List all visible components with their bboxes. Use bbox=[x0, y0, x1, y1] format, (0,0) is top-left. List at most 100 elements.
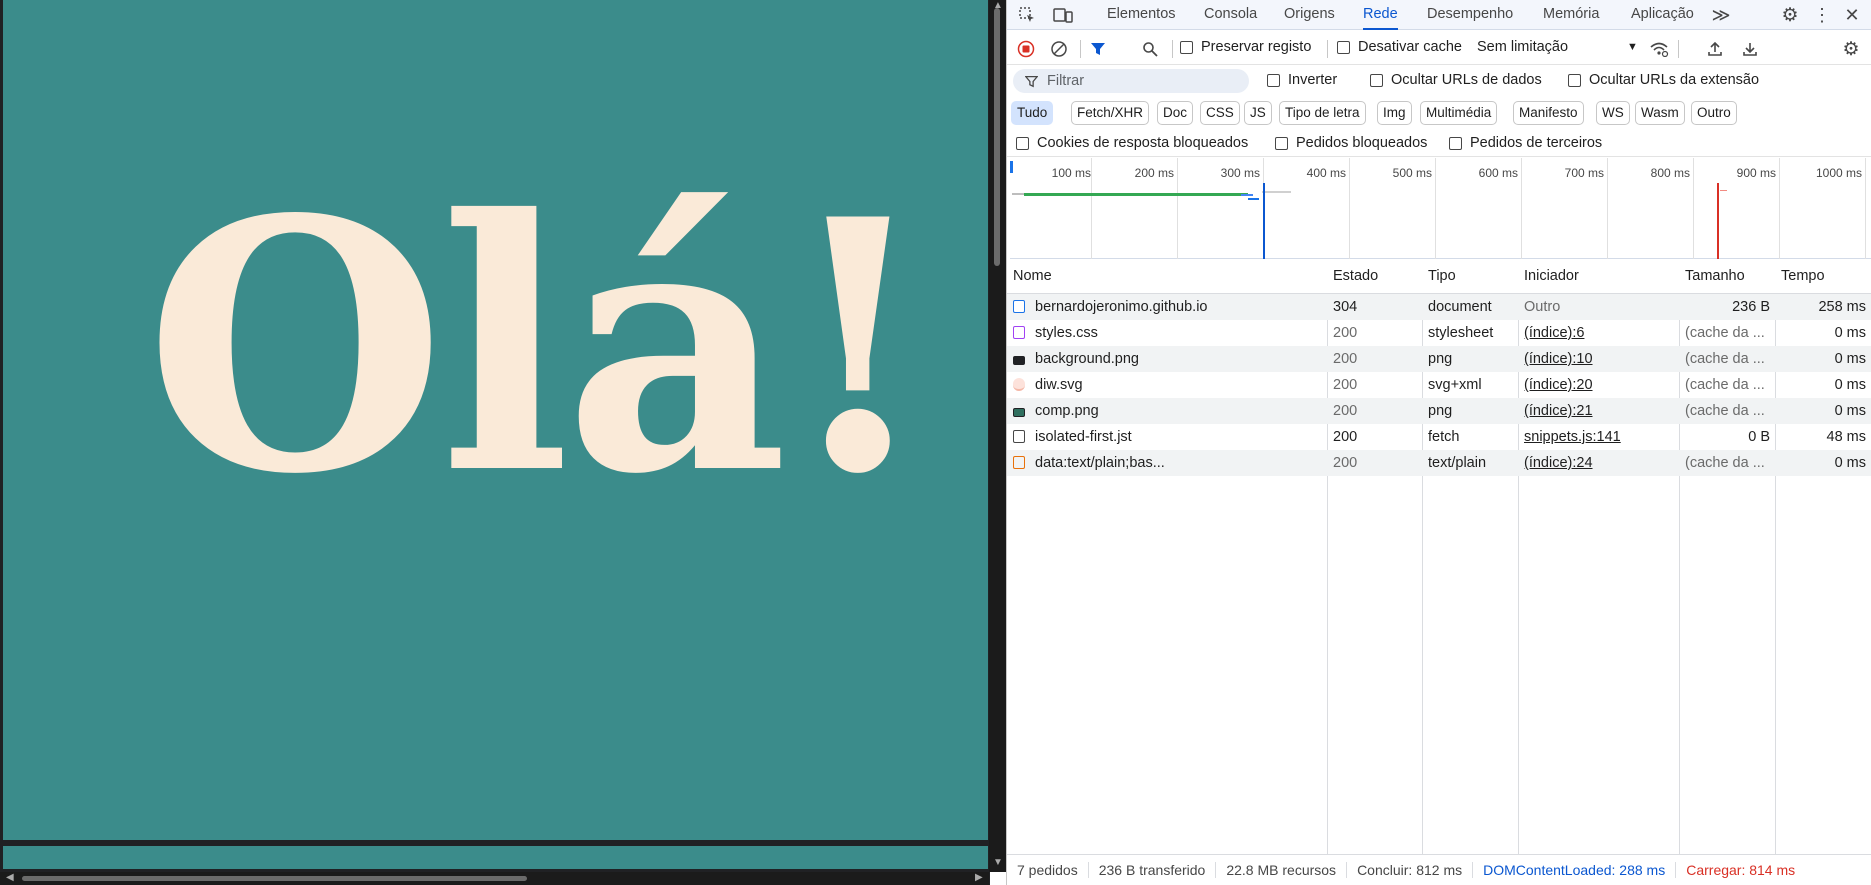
filter-chip-ws[interactable]: WS bbox=[1596, 101, 1630, 125]
record-stop-icon[interactable] bbox=[1016, 39, 1036, 59]
tab-aplicacao[interactable]: Aplicação bbox=[1631, 0, 1694, 30]
export-har-icon[interactable] bbox=[1740, 39, 1760, 59]
inspect-element-icon[interactable] bbox=[1015, 0, 1039, 30]
svg-icon bbox=[1013, 378, 1025, 391]
column-header-initiator[interactable]: Iniciador bbox=[1518, 259, 1679, 294]
table-row[interactable]: isolated-first.jst 200 fetch snippets.js… bbox=[1007, 424, 1871, 450]
filter-chip-js[interactable]: JS bbox=[1244, 101, 1272, 125]
table-row[interactable]: bernardojeronimo.github.io 304 document … bbox=[1007, 294, 1871, 320]
initiator-link[interactable]: (índice):21 bbox=[1518, 398, 1679, 424]
horizontal-scrollbar[interactable]: ◀ ▶ bbox=[0, 872, 989, 885]
initiator-link[interactable]: (índice):6 bbox=[1518, 320, 1679, 346]
hide-data-urls-checkbox[interactable]: Ocultar URLs de dados bbox=[1370, 72, 1542, 88]
requests-table: Nome Estado Tipo Iniciador Tamanho Tempo… bbox=[1007, 259, 1871, 854]
resources-size: 22.8 MB recursos bbox=[1216, 862, 1348, 878]
timeline-label: 700 ms bbox=[1564, 166, 1604, 180]
filter-chip-other[interactable]: Outro bbox=[1691, 101, 1737, 125]
network-settings-gear-icon[interactable]: ⚙ bbox=[1839, 38, 1863, 60]
throttling-select[interactable]: Sem limitação ▼ bbox=[1477, 39, 1638, 55]
preserve-log-checkbox[interactable]: Preservar registo bbox=[1180, 39, 1311, 55]
table-row[interactable]: styles.css 200 stylesheet (índice):6 (ca… bbox=[1007, 320, 1871, 346]
disable-cache-checkbox[interactable]: Desativar cache bbox=[1337, 39, 1462, 55]
image-icon bbox=[1013, 356, 1025, 365]
kebab-menu-icon[interactable]: ⋮ bbox=[1812, 0, 1832, 30]
vertical-scroll-thumb[interactable] bbox=[994, 8, 1000, 266]
scroll-down-icon[interactable]: ▼ bbox=[993, 858, 1003, 868]
filter-chip-doc[interactable]: Doc bbox=[1157, 101, 1194, 125]
network-conditions-icon[interactable] bbox=[1648, 39, 1670, 59]
vertical-scrollbar[interactable]: ▲ ▼ bbox=[989, 0, 1006, 872]
image-icon bbox=[1013, 408, 1025, 417]
filter-chip-img[interactable]: Img bbox=[1377, 101, 1412, 125]
table-row[interactable]: comp.png 200 png (índice):21 (cache da .… bbox=[1007, 398, 1871, 424]
tab-memoria[interactable]: Memória bbox=[1543, 0, 1599, 30]
clear-icon[interactable] bbox=[1049, 39, 1069, 59]
search-icon[interactable] bbox=[1140, 39, 1160, 59]
timeline-label: 200 ms bbox=[1134, 166, 1174, 180]
stylesheet-icon bbox=[1013, 326, 1025, 339]
initiator-link[interactable]: (índice):24 bbox=[1518, 450, 1679, 476]
more-tabs-icon[interactable]: ≫ bbox=[1710, 0, 1732, 30]
waiting-bar bbox=[1012, 193, 1024, 195]
column-header-size[interactable]: Tamanho bbox=[1679, 259, 1775, 294]
timeline-label: 900 ms bbox=[1736, 166, 1776, 180]
filter-input[interactable]: Filtrar bbox=[1013, 69, 1249, 93]
horizontal-scroll-thumb[interactable] bbox=[22, 876, 527, 881]
third-party-checkbox[interactable]: Pedidos de terceiros bbox=[1449, 135, 1602, 151]
transferred-size: 236 B transferido bbox=[1089, 862, 1217, 878]
settings-gear-icon[interactable]: ⚙ bbox=[1778, 0, 1802, 30]
filter-chip-all[interactable]: Tudo bbox=[1011, 101, 1054, 125]
request-count: 7 pedidos bbox=[1007, 862, 1089, 878]
tab-consola[interactable]: Consola bbox=[1204, 0, 1257, 30]
filter-chip-font[interactable]: Tipo de letra bbox=[1279, 101, 1366, 125]
network-status-bar: 7 pedidos 236 B transferido 22.8 MB recu… bbox=[1007, 854, 1871, 885]
dropdown-arrow-icon: ▼ bbox=[1627, 41, 1638, 53]
timeline-label: 500 ms bbox=[1392, 166, 1432, 180]
invert-checkbox[interactable]: Inverter bbox=[1267, 72, 1337, 88]
timeline-label: 600 ms bbox=[1478, 166, 1518, 180]
column-header-time[interactable]: Tempo bbox=[1775, 259, 1871, 294]
timeline-label: 400 ms bbox=[1306, 166, 1346, 180]
filter-chip-fetch-xhr[interactable]: Fetch/XHR bbox=[1071, 101, 1150, 125]
tab-desempenho[interactable]: Desempenho bbox=[1427, 0, 1513, 30]
filter-toolbar: Filtrar Inverter Ocultar URLs de dados O… bbox=[1007, 65, 1871, 97]
column-header-status[interactable]: Estado bbox=[1327, 259, 1422, 294]
type-filter-bar: Tudo Fetch/XHR Doc CSS JS Tipo de letra … bbox=[1007, 97, 1871, 127]
filter-chip-css[interactable]: CSS bbox=[1200, 101, 1240, 125]
scroll-left-icon[interactable]: ◀ bbox=[6, 873, 14, 883]
tab-origens[interactable]: Origens bbox=[1284, 0, 1335, 30]
close-devtools-icon[interactable]: ✕ bbox=[1842, 0, 1862, 30]
request-bar bbox=[1248, 198, 1259, 200]
table-row[interactable]: diw.svg 200 svg+xml (índice):20 (cache d… bbox=[1007, 372, 1871, 398]
document-load-bar bbox=[1024, 193, 1248, 196]
network-overview-timeline[interactable]: 100 ms 200 ms 300 ms 400 ms 500 ms 600 m… bbox=[1010, 158, 1871, 259]
filter-chip-manifest[interactable]: Manifesto bbox=[1513, 101, 1584, 125]
initiator-link[interactable]: (índice):10 bbox=[1518, 346, 1679, 372]
tab-rede[interactable]: Rede bbox=[1363, 0, 1398, 30]
initiator-link[interactable]: (índice):20 bbox=[1518, 372, 1679, 398]
scroll-right-icon[interactable]: ▶ bbox=[975, 873, 983, 883]
initiator-link[interactable]: snippets.js:141 bbox=[1518, 424, 1679, 450]
blocked-cookies-checkbox[interactable]: Cookies de resposta bloqueados bbox=[1016, 135, 1248, 151]
column-header-name[interactable]: Nome bbox=[1013, 259, 1327, 294]
blocked-requests-checkbox[interactable]: Pedidos bloqueados bbox=[1275, 135, 1427, 151]
page-viewport: Olá! bbox=[0, 0, 990, 885]
filter-chip-wasm[interactable]: Wasm bbox=[1635, 101, 1685, 125]
devtools-panel: Elementos Consola Origens Rede Desempenh… bbox=[1007, 0, 1871, 885]
hide-extension-urls-checkbox[interactable]: Ocultar URLs da extensão bbox=[1568, 72, 1759, 88]
table-header: Nome Estado Tipo Iniciador Tamanho Tempo bbox=[1007, 259, 1871, 294]
import-har-icon[interactable] bbox=[1705, 39, 1725, 59]
filter-funnel-icon[interactable] bbox=[1088, 39, 1108, 59]
table-row[interactable]: background.png 200 png (índice):10 (cach… bbox=[1007, 346, 1871, 372]
page-content-strip bbox=[3, 846, 988, 869]
timeline-range-handle[interactable] bbox=[1010, 161, 1013, 173]
dom-content-loaded-marker bbox=[1263, 183, 1265, 259]
tab-elementos[interactable]: Elementos bbox=[1107, 0, 1176, 30]
filter-chip-media[interactable]: Multimédia bbox=[1420, 101, 1498, 125]
column-header-type[interactable]: Tipo bbox=[1422, 259, 1518, 294]
file-icon bbox=[1013, 430, 1025, 443]
table-row[interactable]: data:text/plain;bas... 200 text/plain (í… bbox=[1007, 450, 1871, 476]
device-toolbar-icon[interactable] bbox=[1050, 0, 1076, 30]
request-bar bbox=[1241, 194, 1253, 196]
finish-time: Concluir: 812 ms bbox=[1347, 862, 1474, 878]
